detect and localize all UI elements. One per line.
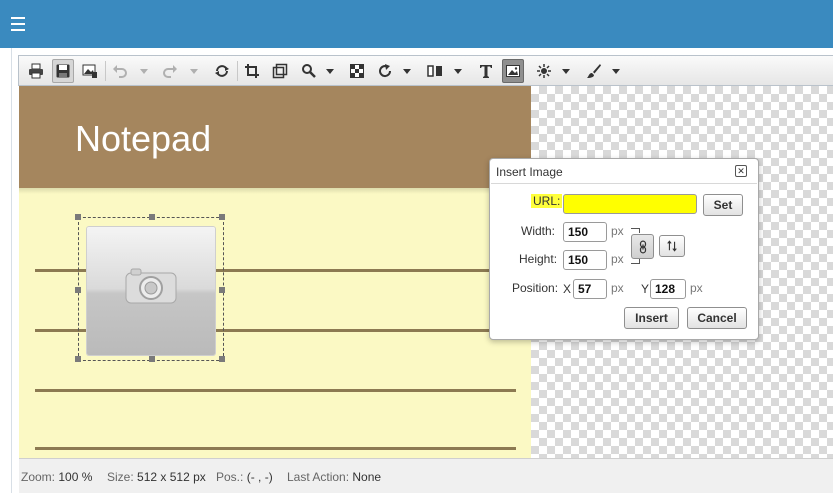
effects-dropdown-icon[interactable] [562,69,570,74]
height-unit: px [611,252,624,266]
resize-handle[interactable] [75,287,81,293]
text-icon[interactable] [475,59,497,83]
transparency-icon[interactable] [346,59,368,83]
insert-image-dialog: Insert Image ✕ URL: Set Width: px Height… [489,158,759,340]
size-value: 512 x 512 px [137,470,206,484]
zoom-icon[interactable] [298,59,320,83]
insert-image-icon[interactable] [502,59,524,83]
lock-aspect-icon[interactable] [631,234,654,259]
last-action-value: None [352,470,382,484]
resize-handle[interactable] [75,214,81,220]
print-icon[interactable] [25,59,47,83]
x-unit: px [611,281,624,295]
resize-handle[interactable] [219,214,225,220]
redo-dropdown-icon[interactable] [190,69,198,74]
top-app-bar [0,0,833,48]
undo-dropdown-icon[interactable] [140,69,148,74]
url-label: URL: [531,194,563,208]
dialog-title: Insert Image [496,165,563,179]
brush-icon[interactable] [583,59,605,83]
resize-icon[interactable] [269,59,291,83]
notepad-header: Notepad [19,86,531,188]
undo-icon[interactable] [109,59,131,83]
height-field[interactable] [563,250,607,270]
save-icon[interactable] [52,59,74,83]
menu-icon[interactable] [11,17,25,31]
editor-toolbar [18,55,833,86]
notepad-title: Notepad [75,118,212,159]
height-label: Height: [519,252,558,266]
ruled-line [35,389,516,392]
ruled-line [35,447,516,450]
notepad-image: Notepad [19,86,531,458]
sync-icon[interactable] [211,59,233,83]
left-strip [0,48,12,493]
resize-handle[interactable] [219,356,225,362]
status-bar: Zoom: 100 % Size: 512 x 512 px Pos.: (- … [19,458,833,493]
rotate-icon[interactable] [374,59,396,83]
set-button[interactable]: Set [703,194,743,216]
swap-dimensions-icon[interactable] [659,235,685,257]
crop-icon[interactable] [241,59,263,83]
close-icon[interactable]: ✕ [735,165,747,177]
y-field[interactable] [650,279,686,299]
resize-handle[interactable] [75,356,81,362]
pos-value: (- , -) [246,470,273,484]
flip-dropdown-icon[interactable] [454,69,462,74]
width-field[interactable] [563,222,607,242]
rotate-dropdown-icon[interactable] [403,69,411,74]
x-label: X [563,282,572,296]
last-action-label: Last Action: [287,470,350,484]
insert-button[interactable]: Insert [624,307,679,329]
zoom-dropdown-icon[interactable] [326,69,334,74]
url-field[interactable] [563,194,697,214]
width-label: Width: [521,224,556,238]
zoom-value: 100 % [58,470,93,484]
effects-icon[interactable] [533,59,555,83]
size-label: Size: [107,470,134,484]
cancel-button[interactable]: Cancel [687,307,747,329]
zoom-label: Zoom: [21,470,56,484]
save-image-icon[interactable] [79,59,101,83]
redo-icon[interactable] [159,59,181,83]
position-label: Position: [512,281,559,295]
resize-handle[interactable] [219,287,225,293]
flip-icon[interactable] [424,59,446,83]
brush-dropdown-icon[interactable] [612,69,620,74]
width-unit: px [611,224,624,238]
resize-handle[interactable] [149,214,155,220]
resize-handle[interactable] [149,356,155,362]
x-field[interactable] [573,279,607,299]
pos-label: Pos.: [216,470,244,484]
y-unit: px [690,281,703,295]
y-label: Y [641,282,650,296]
image-selection-box[interactable] [75,214,225,362]
